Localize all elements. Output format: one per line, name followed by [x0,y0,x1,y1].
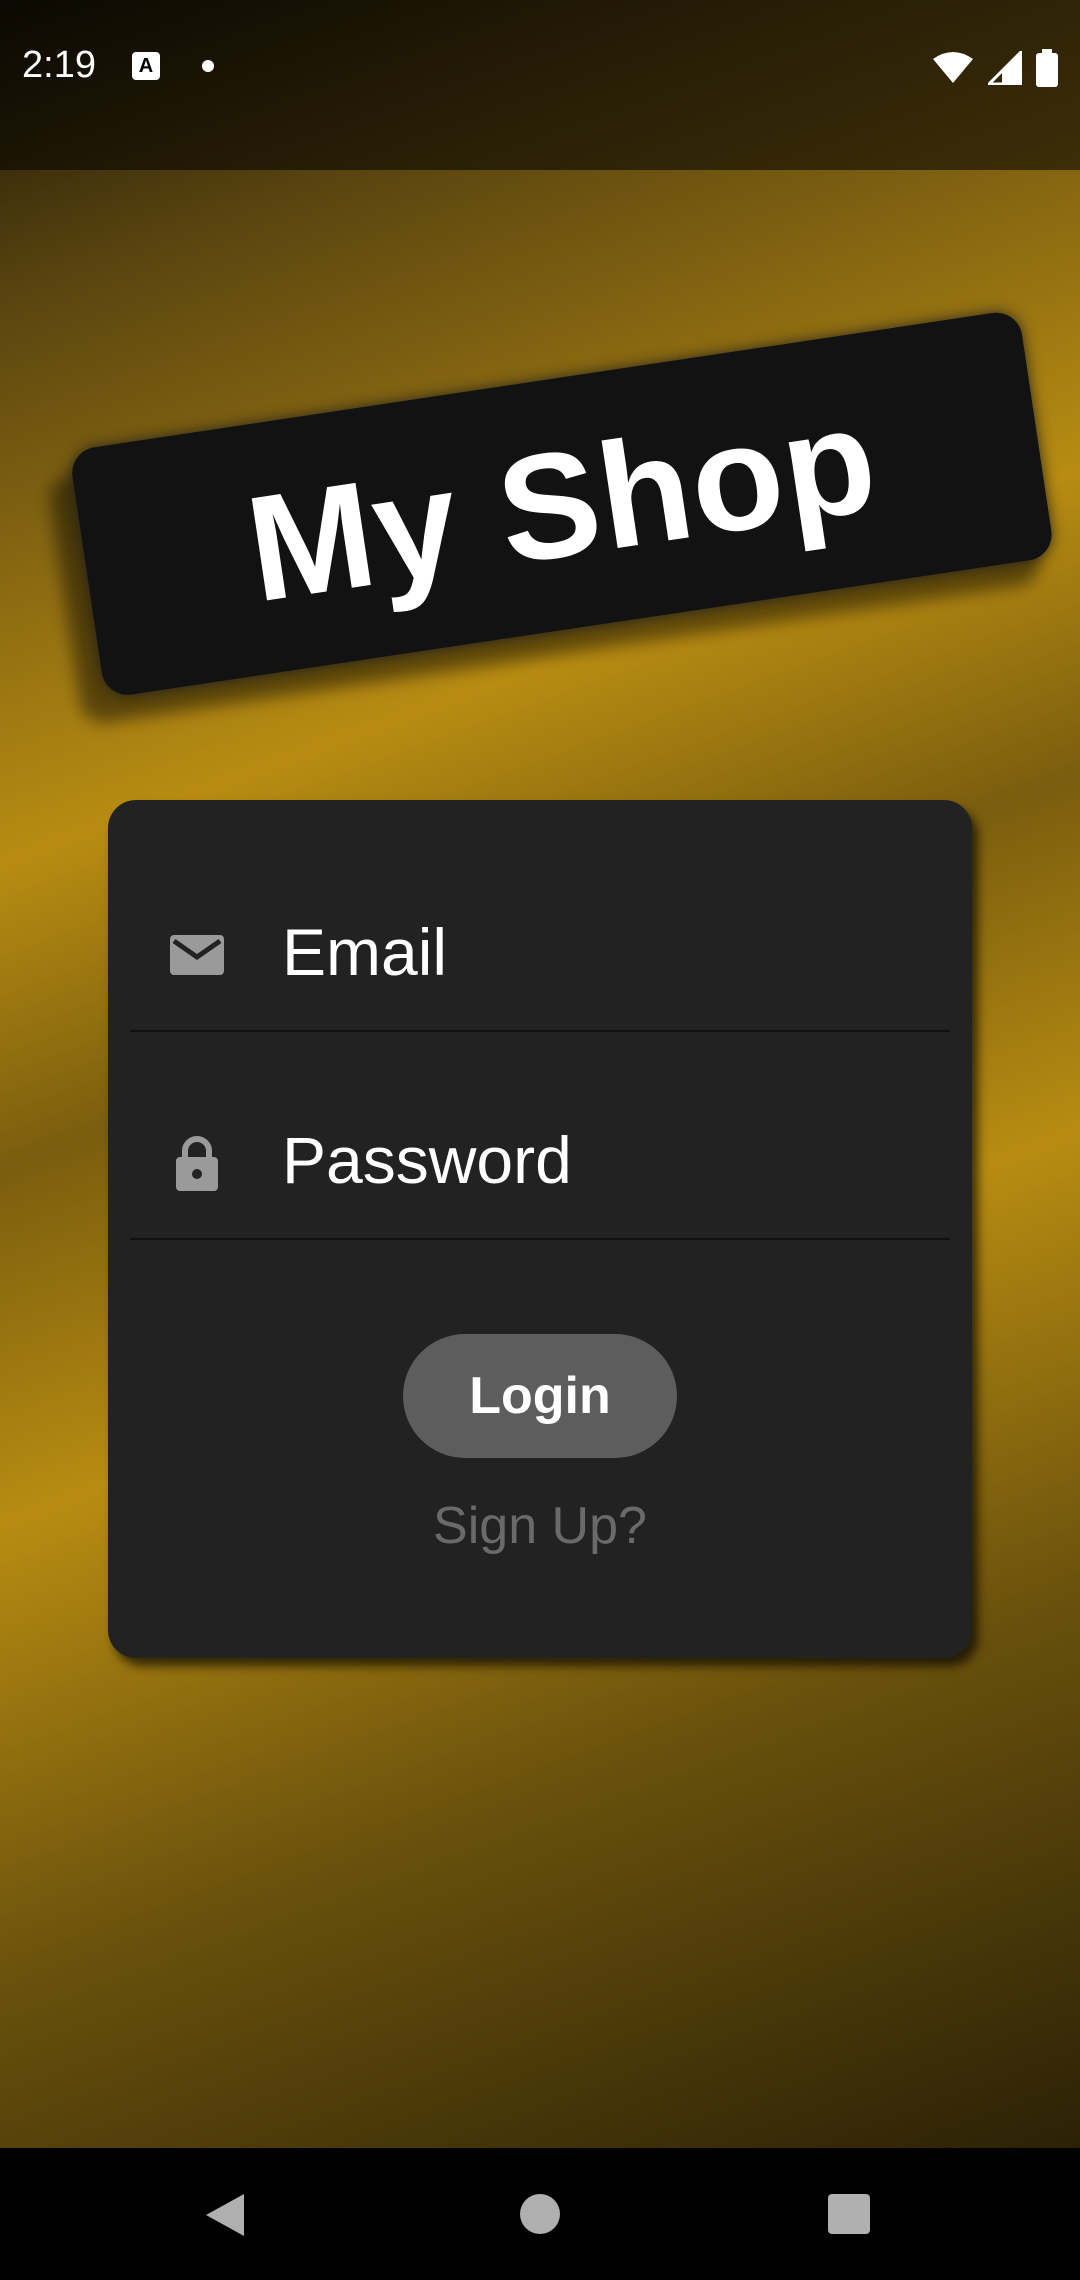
home-icon[interactable] [520,2194,560,2239]
battery-icon [1036,49,1058,87]
login-card: Login Sign Up? [108,800,972,1658]
status-icons [932,48,1058,88]
mail-icon [168,925,226,983]
lock-icon [168,1133,226,1191]
status-time: 2:19 [22,44,96,86]
dot-icon [202,60,214,72]
email-field [130,830,950,1032]
email-input[interactable] [282,882,922,1022]
status-bar: 2:19 A [0,0,1080,170]
password-input[interactable] [282,1090,922,1230]
back-icon[interactable] [204,2192,246,2243]
signal-icon [988,51,1022,85]
password-field [130,1038,950,1240]
login-button[interactable]: Login [403,1334,677,1458]
navigation-bar [0,2148,1080,2280]
a-notification-icon: A [132,52,160,80]
recents-icon[interactable] [828,2194,870,2239]
signup-link[interactable]: Sign Up? [108,1496,972,1556]
wifi-icon [932,51,974,85]
